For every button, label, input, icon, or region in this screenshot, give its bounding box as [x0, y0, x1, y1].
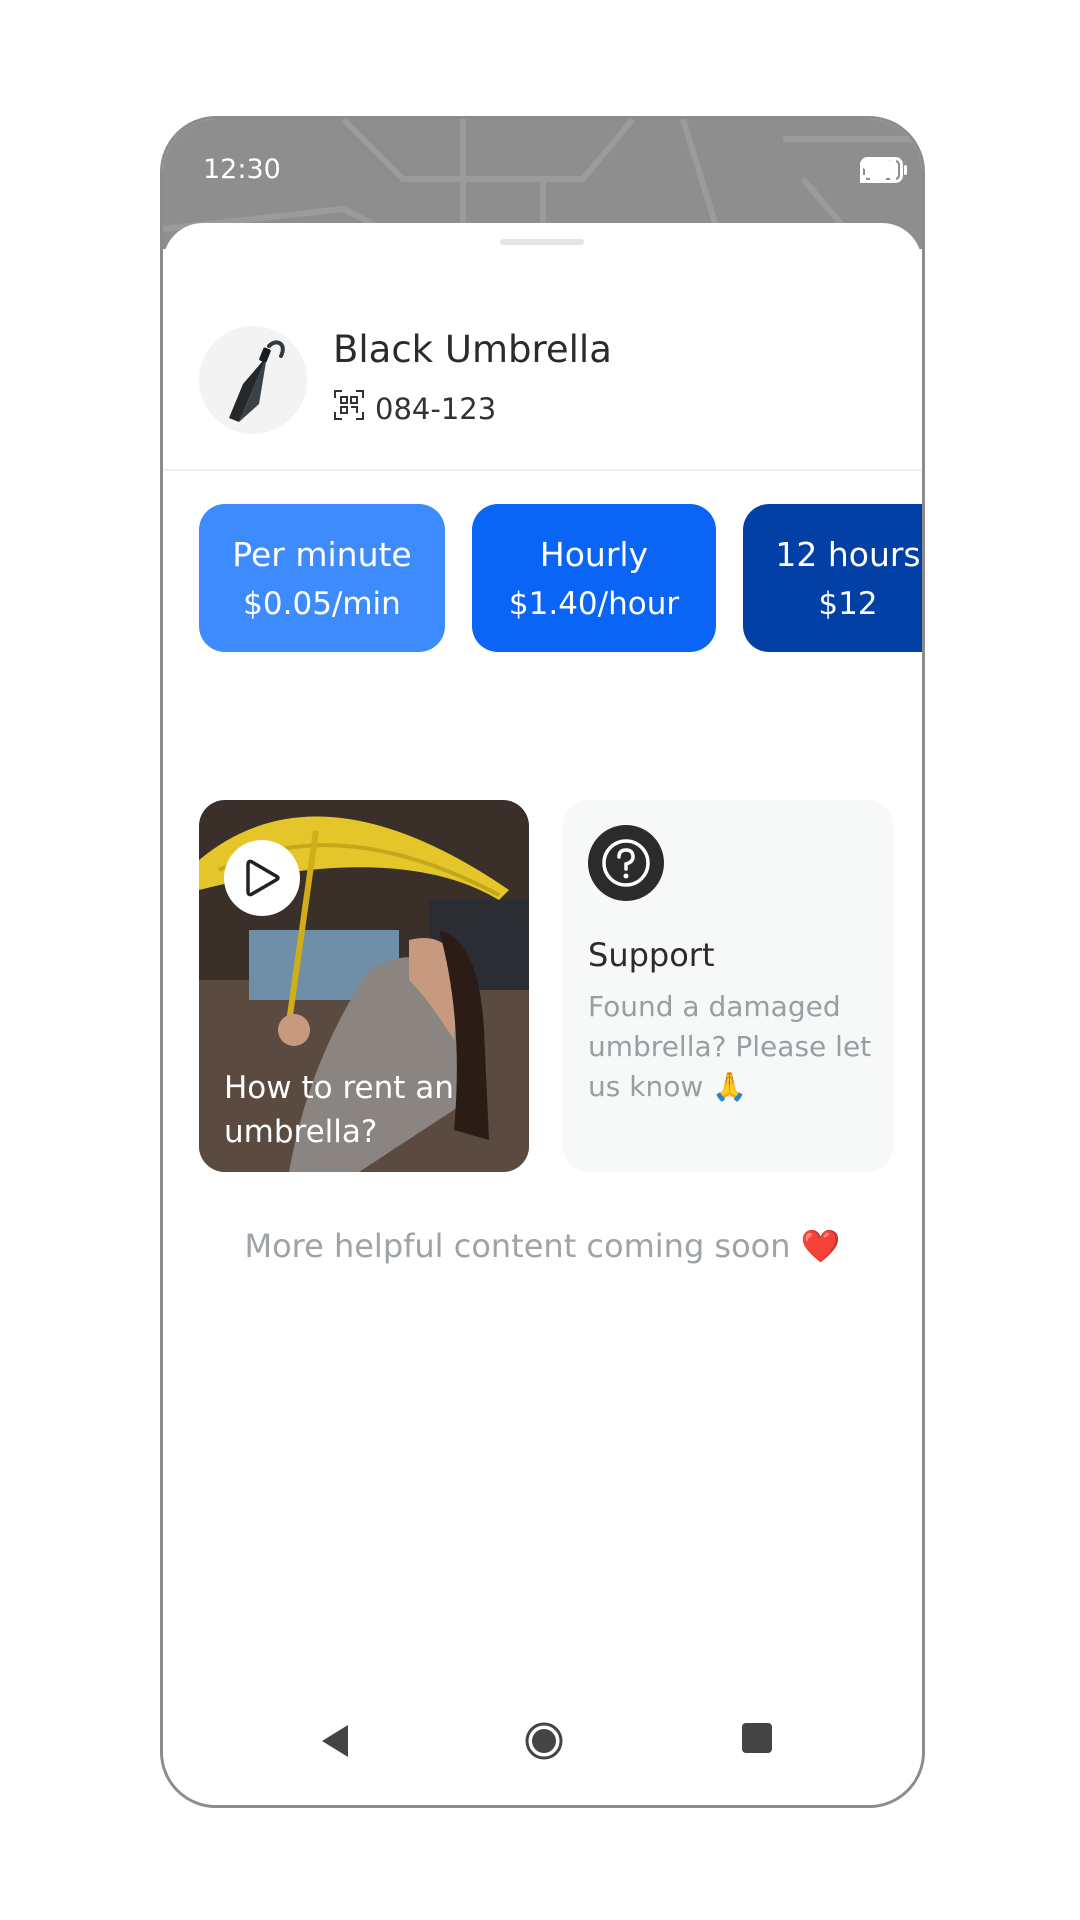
rate-price: $1.40/hour [508, 585, 680, 622]
support-description: Found a damaged umbrella? Please let us … [588, 990, 872, 1103]
rate-name: 12 hours [775, 534, 921, 574]
question-icon [588, 825, 664, 901]
bottom-sheet: Black Umbrella 084-123 Per minute $0.05/… [163, 223, 922, 1805]
video-caption: How to rent an umbrella? [224, 1070, 454, 1150]
coming-soon-note: More helpful content coming soon ❤️ [244, 1227, 841, 1265]
rate-card-hourly[interactable]: Hourly $1.40/hour [472, 504, 716, 652]
phone-frame: 12:30 Black Umbrella 084-123 Per minute … [160, 116, 925, 1808]
rate-name: Hourly [539, 534, 649, 574]
sheet-drag-handle[interactable] [500, 239, 584, 245]
play-button[interactable] [224, 840, 300, 916]
rate-price: $12 [818, 585, 878, 622]
support-card[interactable]: Support Found a damaged umbrella? Please… [563, 800, 893, 1172]
product-code: 084-123 [375, 391, 497, 426]
divider [163, 469, 922, 471]
support-title: Support [588, 936, 715, 974]
status-time: 12:30 [203, 154, 281, 185]
rate-price: $0.05/min [243, 585, 401, 622]
system-nav-bar [163, 1721, 922, 1771]
product-code-row: 084-123 [333, 389, 496, 428]
back-icon[interactable] [318, 1721, 352, 1765]
product-title: Black Umbrella [333, 328, 612, 371]
play-icon [246, 859, 280, 897]
umbrella-icon [199, 326, 307, 434]
rate-card-per-minute[interactable]: Per minute $0.05/min [199, 504, 445, 652]
video-card-how-to-rent[interactable]: How to rent an umbrella? [199, 800, 529, 1172]
home-icon[interactable] [524, 1721, 564, 1765]
recents-icon[interactable] [740, 1721, 774, 1759]
rate-card-12-hours[interactable]: 12 hours $12 [743, 504, 922, 652]
qr-code-icon [333, 389, 365, 428]
rate-name: Per minute [232, 534, 412, 574]
